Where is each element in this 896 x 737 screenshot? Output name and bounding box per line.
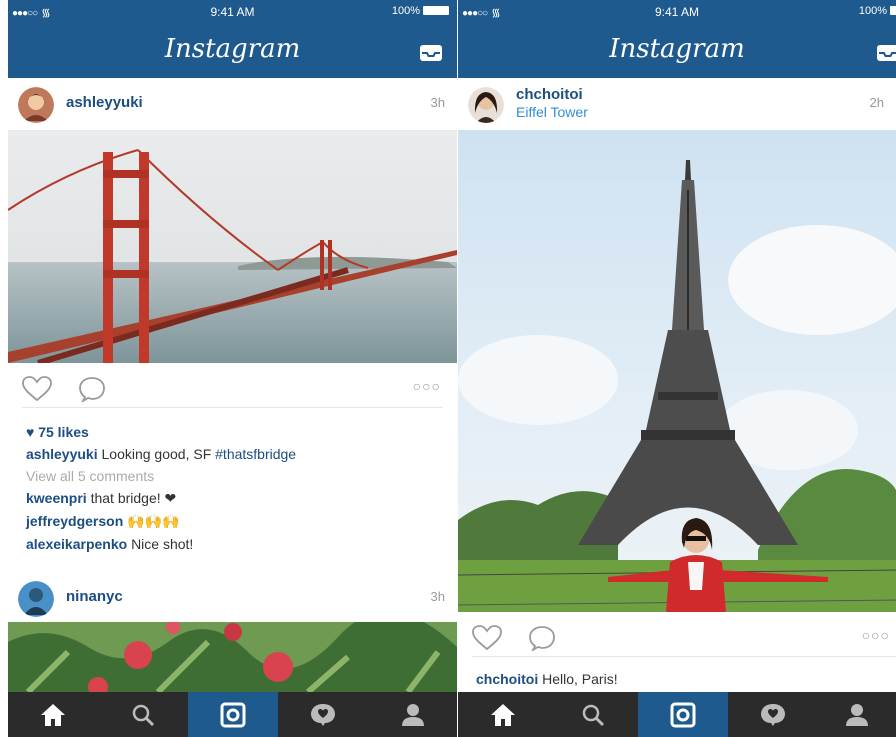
like-heart-icon[interactable] — [472, 625, 502, 651]
battery-percent: 100% — [858, 5, 887, 17]
profile-icon — [401, 703, 424, 726]
eiffel-tower-photo[interactable] — [458, 130, 896, 612]
camera-icon — [220, 702, 246, 727]
battery-indicator: 100% — [859, 5, 896, 17]
caption-username[interactable]: ashleyyuki — [26, 446, 98, 462]
likes-label: 75 likes — [38, 424, 89, 440]
comment-bubble-icon[interactable] — [528, 625, 556, 651]
battery-percent: 100% — [391, 5, 420, 17]
more-options-icon[interactable]: ○○○ — [862, 627, 890, 643]
home-icon — [491, 703, 515, 726]
golden-gate-photo[interactable] — [8, 130, 457, 363]
post-header: ashleyyuki 3h — [8, 78, 457, 128]
search-icon — [582, 704, 605, 726]
tab-activity[interactable] — [728, 692, 818, 737]
post-actions: ○○○ — [458, 615, 896, 661]
tab-search[interactable] — [98, 692, 188, 737]
caption: ashleyyuki Looking good, SF #thatsfbridg… — [26, 446, 296, 462]
post-location[interactable]: Eiffel Tower — [516, 104, 588, 120]
comment-bubble-icon[interactable] — [78, 376, 106, 402]
post-timestamp: 3h — [430, 589, 445, 604]
post-header: chchoitoi Eiffel Tower 2h — [458, 78, 896, 128]
inbox-icon[interactable] — [419, 44, 443, 62]
next-post-header: ninanyc 3h — [8, 572, 457, 622]
right-phone-screen: ●●●○○ ᯾ 9:41 AM 100% Instagram chchoitoi … — [458, 0, 896, 737]
comment-text: Nice shot! — [131, 536, 194, 552]
view-all-comments-link[interactable]: View all 5 comments — [26, 468, 154, 484]
caption-username[interactable]: chchoitoi — [476, 671, 538, 687]
activity-icon — [311, 703, 335, 726]
likes-count[interactable]: ♥ 75 likes — [26, 424, 89, 440]
tab-activity[interactable] — [278, 692, 368, 737]
tab-profile[interactable] — [368, 692, 457, 737]
caption-text: Looking good, SF — [101, 446, 212, 462]
battery-icon — [423, 6, 449, 15]
battery-indicator: 100% — [392, 5, 449, 17]
post-actions: ○○○ — [8, 366, 457, 412]
avatar[interactable] — [468, 87, 504, 123]
avatar[interactable] — [18, 87, 54, 123]
more-options-icon[interactable]: ○○○ — [413, 378, 441, 394]
tab-home[interactable] — [458, 692, 548, 737]
post-username[interactable]: ninanyc — [66, 588, 123, 605]
inbox-icon[interactable] — [876, 44, 896, 62]
home-icon — [41, 703, 65, 726]
status-bar: ●●●○○ ᯾ 9:41 AM 100% — [8, 2, 457, 22]
caption: chchoitoi Hello, Paris! — [476, 671, 618, 687]
activity-icon — [761, 703, 785, 726]
divider — [22, 407, 443, 408]
app-header: ●●●○○ ᯾ 9:41 AM 100% Instagram — [458, 0, 896, 78]
profile-icon — [846, 703, 868, 726]
app-logo: Instagram — [164, 34, 301, 64]
caption-hashtag[interactable]: #thatsfbridge — [215, 446, 296, 462]
tab-search[interactable] — [548, 692, 638, 737]
left-phone-screen: ●●●○○ ᯾ 9:41 AM 100% Instagram ashleyyuki… — [8, 0, 457, 737]
flowers-photo[interactable] — [8, 622, 457, 692]
battery-icon — [890, 6, 896, 15]
comment-text: 🙌🙌🙌 — [127, 513, 180, 529]
tab-profile[interactable] — [818, 692, 896, 737]
post-timestamp: 3h — [430, 95, 445, 110]
comment-username[interactable]: kweenpri — [26, 490, 87, 506]
comment-text: that bridge! ❤ — [90, 490, 177, 506]
app-header: ●●●○○ ᯾ 9:41 AM 100% Instagram — [8, 0, 457, 78]
tab-home[interactable] — [8, 692, 98, 737]
camera-icon — [670, 702, 696, 727]
bottom-tab-bar — [8, 692, 457, 737]
post-username[interactable]: ashleyyuki — [66, 94, 143, 111]
caption-text: Hello, Paris! — [542, 671, 618, 687]
comment: jeffreydgerson 🙌🙌🙌 — [26, 513, 179, 530]
status-time: 9:41 AM — [210, 5, 255, 19]
tab-camera[interactable] — [638, 692, 728, 737]
comment: kweenpri that bridge! ❤ — [26, 490, 176, 507]
app-logo: Instagram — [609, 34, 745, 64]
like-heart-icon[interactable] — [22, 376, 52, 402]
post-username[interactable]: chchoitoi — [516, 86, 583, 103]
tab-camera[interactable] — [188, 692, 278, 737]
search-icon — [132, 704, 155, 726]
avatar[interactable] — [18, 581, 54, 617]
comment-username[interactable]: jeffreydgerson — [26, 513, 123, 529]
status-time: 9:41 AM — [654, 5, 700, 19]
bottom-tab-bar — [458, 692, 896, 737]
divider — [472, 656, 896, 657]
comment: alexeikarpenko Nice shot! — [26, 536, 193, 552]
post-timestamp: 2h — [869, 95, 884, 110]
comment-username[interactable]: alexeikarpenko — [26, 536, 127, 552]
status-bar: ●●●○○ ᯾ 9:41 AM 100% — [458, 2, 896, 22]
